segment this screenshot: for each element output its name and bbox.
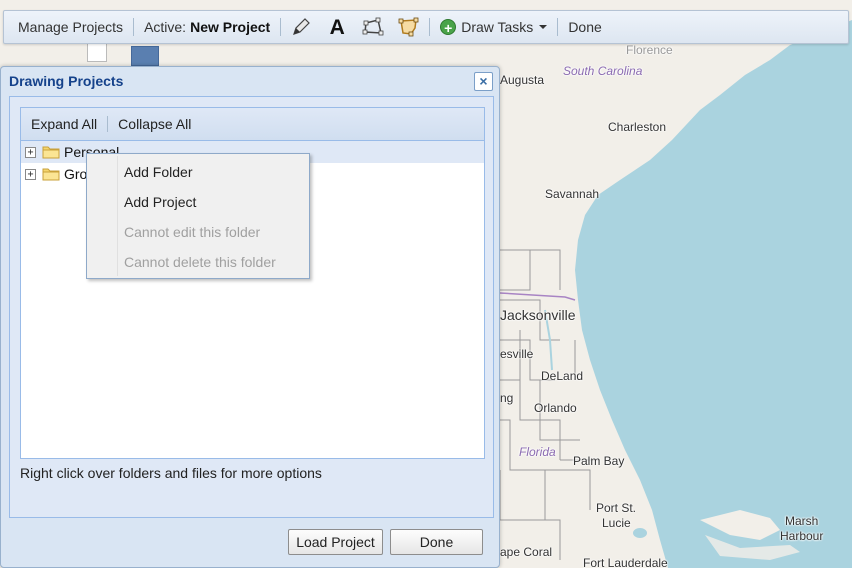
map-label-orlando: Orlando — [534, 401, 577, 415]
map-label-marsh: Marsh — [785, 514, 819, 528]
collapse-all-button[interactable]: Collapse All — [110, 116, 199, 132]
map-label-cape-coral: ape Coral — [500, 545, 553, 559]
map-label-gainesville: esville — [500, 347, 534, 361]
text-tool-glyph: A — [329, 15, 345, 39]
expand-icon[interactable]: + — [25, 146, 36, 158]
folder-icon — [42, 168, 60, 181]
draw-tasks-label: Draw Tasks — [461, 19, 534, 35]
chevron-down-icon — [539, 25, 548, 29]
zoom-out-control[interactable] — [131, 46, 159, 66]
manage-projects-button[interactable]: Manage Projects — [10, 11, 131, 43]
close-icon[interactable]: × — [474, 72, 493, 91]
map-label-palm-bay: Palm Bay — [573, 454, 625, 468]
tree-node-label: Gro — [64, 166, 88, 182]
tree-hint-text: Right click over folders and files for m… — [20, 465, 322, 481]
load-project-button[interactable]: Load Project — [288, 529, 383, 555]
menu-item-add-project[interactable]: Add Project — [124, 194, 196, 210]
map-label-augusta: Augusta — [500, 73, 545, 87]
polygon-icon[interactable] — [359, 13, 387, 41]
active-label: Active: — [144, 19, 187, 35]
context-menu-gutter — [117, 156, 118, 276]
toolbar-separator — [133, 18, 135, 36]
text-icon[interactable]: A — [323, 13, 351, 41]
toolbar-separator — [557, 18, 559, 36]
lake — [633, 528, 647, 538]
drawing-projects-dialog: Drawing Projects × Expand All Collapse A… — [0, 66, 500, 568]
pencil-icon[interactable] — [287, 13, 315, 41]
map-label-florence: Florence — [626, 43, 673, 57]
expand-all-button[interactable]: Expand All — [23, 116, 105, 132]
freehand-icon[interactable] — [395, 13, 423, 41]
map-label-florida: Florida — [519, 445, 556, 459]
active-project-name: New Project — [190, 19, 271, 35]
map-label-port-st-lucie-2: Lucie — [602, 516, 631, 530]
map-label-ocala: ng — [500, 391, 514, 405]
tree-toolbar-separator — [107, 116, 109, 132]
add-icon: + — [440, 19, 457, 36]
map-label-port-st-lucie: Port St. — [596, 501, 637, 515]
toolbar-separator — [429, 18, 431, 36]
toolbar-separator — [280, 18, 282, 36]
expand-icon[interactable]: + — [25, 168, 36, 180]
map-label-deland: DeLand — [541, 369, 584, 383]
draw-toolbar: Manage Projects Active: New Project A + … — [3, 10, 849, 44]
tree-toolbar: Expand All Collapse All — [21, 108, 484, 141]
dialog-title: Drawing Projects — [9, 73, 124, 89]
folder-icon — [42, 146, 60, 159]
map-label-jacksonville: Jacksonville — [500, 307, 576, 323]
map-label-fort-lauderdale: Fort Lauderdale — [583, 556, 668, 568]
map-label-south-carolina: South Carolina — [563, 64, 643, 78]
toolbar-done-button[interactable]: Done — [560, 11, 609, 43]
map-label-harbour: Harbour — [780, 529, 824, 543]
active-project-indicator: Active: New Project — [136, 11, 278, 43]
zoom-in-control[interactable] — [87, 42, 107, 62]
menu-item-edit-folder: Cannot edit this folder — [124, 224, 261, 240]
context-menu: Add Folder Add Project Cannot edit this … — [86, 153, 310, 279]
menu-item-delete-folder: Cannot delete this folder — [124, 254, 276, 270]
menu-item-add-folder[interactable]: Add Folder — [124, 164, 192, 180]
dialog-done-button[interactable]: Done — [390, 529, 483, 555]
draw-tasks-button[interactable]: + Draw Tasks — [432, 11, 555, 43]
map-label-charleston: Charleston — [608, 120, 667, 134]
map-label-savannah: Savannah — [545, 187, 600, 201]
island — [700, 510, 780, 540]
